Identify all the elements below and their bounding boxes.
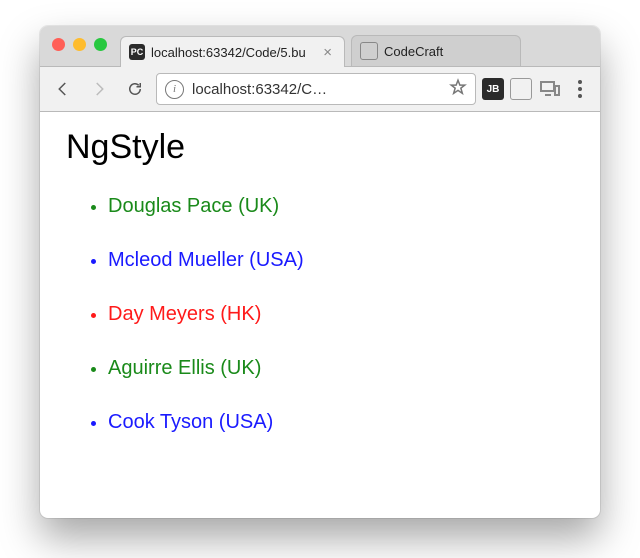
chrome-menu-button[interactable]: [568, 77, 592, 101]
toolbar: i localhost:63342/C… JB: [40, 67, 600, 112]
arrow-left-icon: [54, 80, 72, 98]
list-item: Aguirre Ellis (UK): [108, 341, 574, 395]
window-close-button[interactable]: [52, 38, 65, 51]
list-item: Douglas Pace (UK): [108, 179, 574, 233]
window-controls: [52, 38, 107, 51]
tab-strip: PC localhost:63342/Code/5.bu × CodeCraft: [120, 26, 521, 66]
site-info-icon[interactable]: i: [165, 80, 184, 99]
tab-title: CodeCraft: [384, 44, 510, 59]
dot-icon: [578, 94, 582, 98]
tab-active[interactable]: PC localhost:63342/Code/5.bu ×: [120, 36, 345, 67]
arrow-right-icon: [90, 80, 108, 98]
address-bar-url: localhost:63342/C…: [192, 81, 441, 98]
list-item: Day Meyers (HK): [108, 287, 574, 341]
dot-icon: [578, 80, 582, 84]
bookmark-star-icon[interactable]: [449, 78, 467, 100]
list-item: Mcleod Mueller (USA): [108, 233, 574, 287]
back-button[interactable]: [48, 74, 78, 104]
dot-icon: [578, 87, 582, 91]
page-content: NgStyle Douglas Pace (UK)Mcleod Mueller …: [40, 112, 600, 518]
tab-inactive[interactable]: CodeCraft: [351, 35, 521, 66]
titlebar: PC localhost:63342/Code/5.bu × CodeCraft: [40, 26, 600, 67]
tab-favicon: PC: [129, 44, 145, 60]
jetbrains-extension-icon[interactable]: JB: [482, 78, 504, 100]
tab-title: localhost:63342/Code/5.bu: [151, 45, 315, 60]
forward-button[interactable]: [84, 74, 114, 104]
address-bar[interactable]: i localhost:63342/C…: [156, 73, 476, 105]
page-heading: NgStyle: [66, 128, 574, 167]
list-item: Cook Tyson (USA): [108, 395, 574, 449]
people-list: Douglas Pace (UK)Mcleod Mueller (USA)Day…: [66, 179, 574, 449]
tab-favicon-generic: [360, 42, 378, 60]
browser-window: PC localhost:63342/Code/5.bu × CodeCraft: [40, 26, 600, 518]
tab-close-icon[interactable]: ×: [321, 45, 334, 60]
window-minimize-button[interactable]: [73, 38, 86, 51]
window-zoom-button[interactable]: [94, 38, 107, 51]
devices-icon[interactable]: [538, 77, 562, 101]
reload-button[interactable]: [120, 74, 150, 104]
extension-icon[interactable]: [510, 78, 532, 100]
reload-icon: [126, 80, 144, 98]
